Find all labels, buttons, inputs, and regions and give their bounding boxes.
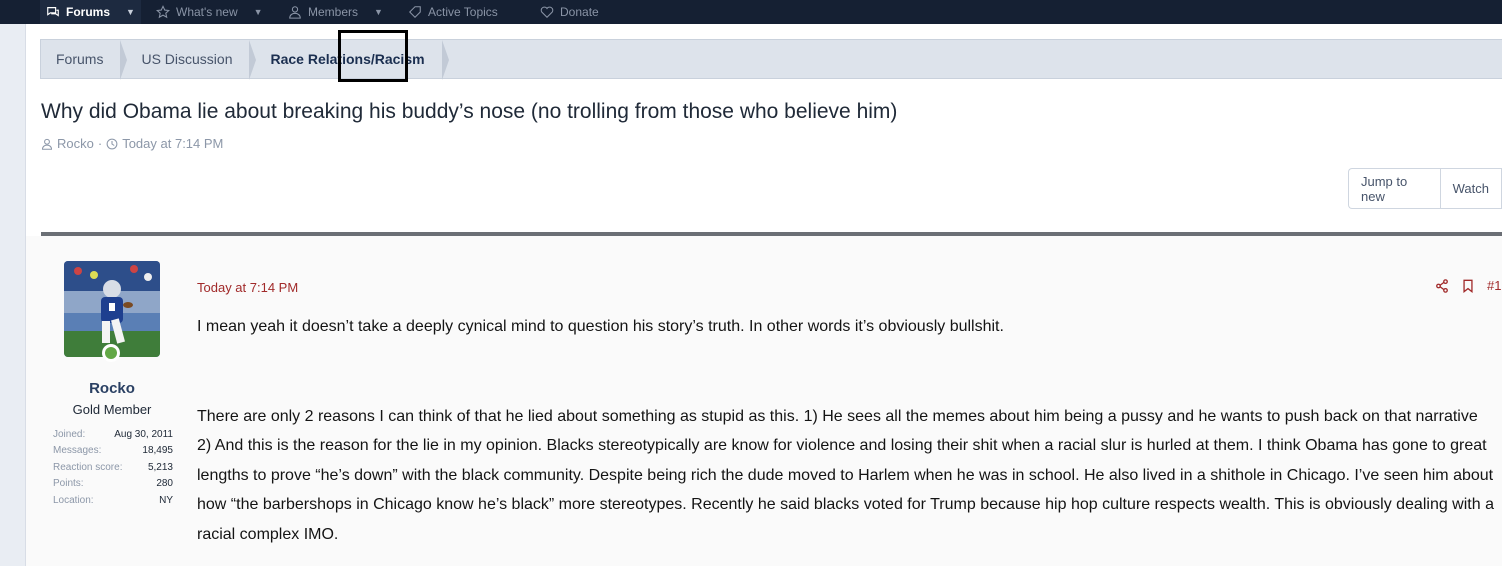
post-username[interactable]: Rocko (26, 380, 198, 397)
stat-label: Messages: (53, 445, 102, 457)
stat-row: Reaction score: 5,213 (53, 459, 173, 476)
post-paragraph: I mean yeah it doesn’t take a deeply cyn… (197, 318, 1004, 335)
stat-value: 5,213 (147, 461, 173, 473)
thread-meta: Rocko · Today at 7:14 PM (41, 136, 223, 151)
breadcrumb-item-us-discussion[interactable]: US Discussion (121, 40, 257, 80)
stat-row: Joined: Aug 30, 2011 (53, 426, 173, 443)
thread-action-buttons: Jump to new Watch (1348, 168, 1502, 209)
stat-label: Joined: (53, 428, 86, 440)
user-icon (289, 6, 301, 19)
tag-icon (409, 6, 421, 18)
stat-row: Location: NY (53, 492, 173, 509)
user-stats: Joined: Aug 30, 2011 Messages: 18,495 Reac… (53, 426, 173, 509)
thread-date[interactable]: Today at 7:14 PM (122, 136, 223, 151)
stat-label: Points: (53, 478, 84, 490)
post-paragraph: 2) And this is the reason for the lie in… (197, 437, 1494, 543)
bookmark-icon[interactable] (1461, 279, 1475, 293)
nav-item-whats-new[interactable]: What's new ▼ (156, 0, 263, 24)
nav-item-label: Members (308, 5, 359, 19)
nav-item-label: Active Topics (428, 5, 498, 19)
main-content: Forums US Discussion Race Relations/Raci… (26, 24, 1502, 566)
page-title: Why did Obama lie about breaking his bud… (41, 100, 898, 123)
jump-to-new-button[interactable]: Jump to new (1349, 169, 1441, 208)
heart-icon (540, 6, 554, 18)
meta-separator: · (97, 136, 103, 151)
stat-value: Aug 30, 2011 (114, 428, 173, 440)
post-date[interactable]: Today at 7:14 PM (197, 280, 298, 295)
breadcrumb: Forums US Discussion Race Relations/Raci… (40, 39, 1502, 80)
nav-item-label: What's new (176, 5, 238, 19)
left-gutter (0, 24, 26, 566)
post-actions: #1 (1435, 278, 1501, 293)
avatar-image (64, 261, 160, 357)
nav-item-label: Forums (66, 5, 111, 19)
share-icon[interactable] (1435, 278, 1449, 293)
clock-icon (106, 138, 118, 149)
thread-author[interactable]: Rocko (57, 136, 94, 151)
post: Rocko Gold Member Joined: Aug 30, 2011 Me… (26, 236, 1502, 566)
nav-item-donate[interactable]: Donate (540, 0, 599, 24)
chevron-down-icon[interactable]: ▼ (126, 7, 135, 17)
stat-value: NY (159, 494, 173, 506)
chevron-down-icon[interactable]: ▼ (374, 7, 383, 17)
stat-label: Reaction score: (53, 461, 123, 473)
top-navigation: Forums ▼ What's new ▼ Members ▼ Active T… (0, 0, 1502, 24)
avatar[interactable] (64, 261, 160, 357)
star-icon (156, 5, 170, 19)
breadcrumb-item-race-relations[interactable]: Race Relations/Racism (250, 40, 449, 80)
stat-row: Points: 280 (53, 476, 173, 493)
stat-value[interactable]: 18,495 (142, 445, 173, 456)
nav-item-label: Donate (560, 5, 599, 19)
chevron-down-icon[interactable]: ▼ (254, 7, 263, 17)
user-title: Gold Member (72, 402, 152, 417)
post-paragraph: There are only 2 reasons I can think of … (197, 407, 1478, 425)
post-number[interactable]: #1 (1487, 278, 1501, 293)
chat-icon (47, 7, 59, 17)
stat-label: Location: (53, 494, 94, 506)
nav-item-members[interactable]: Members ▼ (288, 0, 383, 24)
stat-value[interactable]: 280 (156, 478, 173, 489)
breadcrumb-item-forums[interactable]: Forums (41, 40, 128, 80)
post-body: I mean yeah it doesn’t take a deeply cyn… (197, 312, 1502, 550)
stat-row: Messages: 18,495 (53, 443, 173, 460)
online-status-icon (102, 344, 120, 362)
watch-button[interactable]: Watch (1441, 169, 1502, 208)
user-icon (41, 138, 53, 150)
nav-item-active-topics[interactable]: Active Topics (408, 0, 498, 24)
nav-item-forums[interactable]: Forums ▼ (40, 0, 141, 24)
